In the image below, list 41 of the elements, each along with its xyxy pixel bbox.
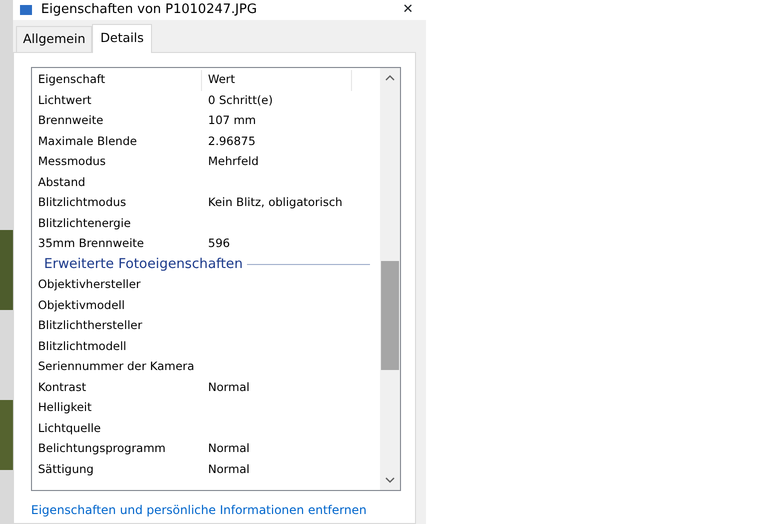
property-name: Objektivhersteller: [37, 276, 142, 294]
property-name: Blitzlichtmodell: [37, 338, 128, 355]
property-name: Maximale Blende: [37, 132, 138, 150]
scroll-up-icon[interactable]: [385, 74, 395, 81]
property-name: Blitzlichtmodus: [37, 194, 128, 212]
property-name: Seriennummer der Kamera: [37, 358, 196, 376]
close-button[interactable]: ✕: [396, 0, 420, 20]
property-value: 0 Schritt(e): [207, 92, 274, 109]
property-name: Objektivmodell: [37, 296, 126, 314]
property-name: Blitzlichthersteller: [37, 317, 144, 334]
scroll-down-icon[interactable]: [385, 476, 395, 483]
property-value: 2.96875: [207, 132, 257, 150]
property-name: Kontrast: [37, 378, 88, 396]
property-value: Kein Blitz, obligatorisch: [207, 194, 344, 212]
property-value: Normal: [207, 460, 251, 478]
property-name: Lichtquelle: [37, 420, 102, 437]
tab[interactable]: Allgemein: [16, 26, 92, 52]
scrollbar-thumb[interactable]: [381, 260, 399, 370]
property-name: Brennweite: [37, 112, 104, 130]
property-name: Sättigung: [37, 460, 95, 478]
property-value: Normal: [207, 440, 251, 458]
property-name: Abstand: [37, 174, 86, 191]
column-header[interactable]: Eigenschaft: [32, 70, 202, 90]
property-name: Helligkeit: [37, 399, 93, 416]
window-title: Eigenschaften von P1010247.JPG: [41, 1, 258, 20]
property-name: Messmodus: [37, 153, 107, 170]
photo-placeholder: [0, 400, 13, 470]
property-name: 35mm Brennweite: [37, 235, 145, 252]
property-value: 107 mm: [207, 112, 258, 130]
remove-properties-link[interactable]: Eigenschaften und persönliche Informationen entfernen: [31, 502, 367, 517]
property-value: 596: [207, 235, 231, 252]
group-heading: Erweiterte Fotoeigenschaften: [44, 255, 243, 274]
property-name: Blitzlichtenergie: [37, 214, 132, 232]
window-icon: [19, 4, 33, 16]
column-header[interactable]: Wert: [202, 70, 352, 90]
property-value: Normal: [207, 378, 251, 396]
property-value: Mehrfeld: [207, 153, 260, 170]
tab[interactable]: Details: [92, 24, 152, 53]
property-name: Lichtwert: [37, 92, 92, 109]
property-name: Belichtungsprogramm: [37, 440, 167, 458]
scrollbar[interactable]: [380, 68, 400, 490]
